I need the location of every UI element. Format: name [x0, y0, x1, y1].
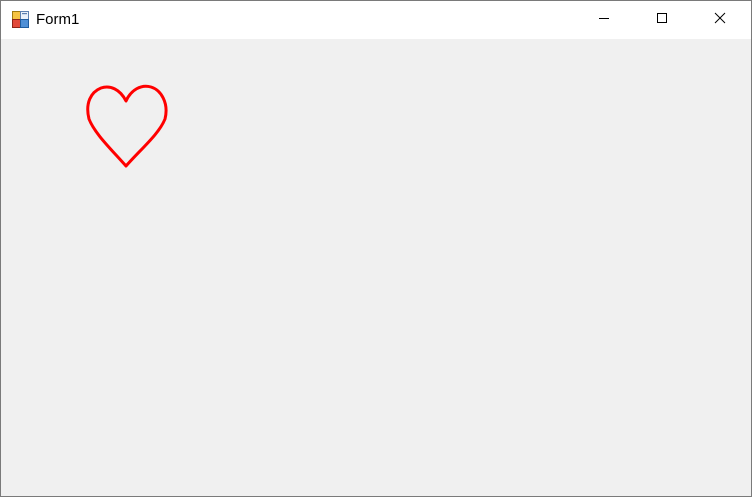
close-button[interactable]: [691, 1, 749, 39]
maximize-button[interactable]: [633, 1, 691, 39]
app-icon: [12, 11, 29, 28]
minimize-button[interactable]: [575, 1, 633, 39]
form-client-area: [1, 39, 751, 496]
window-title: Form1: [36, 11, 80, 28]
title-bar[interactable]: Form1: [1, 1, 751, 39]
app-window: Form1: [0, 0, 752, 497]
minimize-icon: [598, 11, 610, 29]
heart-outline: [86, 84, 168, 168]
close-icon: [714, 11, 726, 29]
heart-drawing: [86, 84, 168, 168]
maximize-icon: [656, 11, 668, 29]
